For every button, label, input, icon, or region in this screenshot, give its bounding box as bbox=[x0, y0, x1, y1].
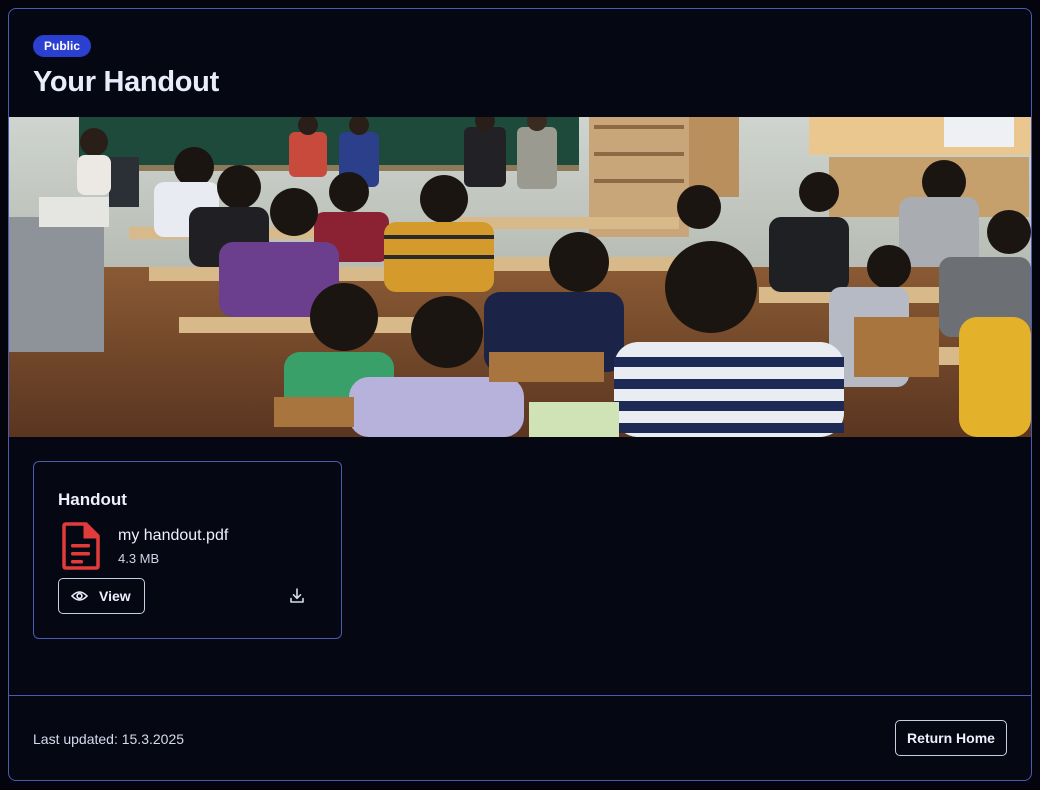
return-home-button[interactable]: Return Home bbox=[895, 720, 1007, 756]
document-icon bbox=[62, 522, 100, 570]
page-title: Your Handout bbox=[33, 66, 219, 98]
file-name: my handout.pdf bbox=[118, 527, 229, 544]
handout-card: Handout my handout.pdf 4.3 MB View bbox=[33, 461, 342, 639]
download-button[interactable] bbox=[287, 586, 307, 606]
hero-image bbox=[9, 117, 1031, 437]
page-container: Public Your Handout Handout my handout.p… bbox=[8, 8, 1032, 781]
last-updated-text: Last updated: 15.3.2025 bbox=[33, 731, 185, 747]
download-icon bbox=[290, 588, 304, 603]
eye-icon bbox=[71, 591, 88, 601]
card-title: Handout bbox=[58, 490, 127, 509]
view-button-label: View bbox=[99, 588, 131, 604]
footer-divider bbox=[9, 695, 1031, 696]
page-header: Public Your Handout bbox=[33, 35, 219, 99]
view-button[interactable]: View bbox=[58, 578, 145, 614]
file-size: 4.3 MB bbox=[118, 551, 160, 566]
visibility-badge: Public bbox=[33, 35, 92, 57]
